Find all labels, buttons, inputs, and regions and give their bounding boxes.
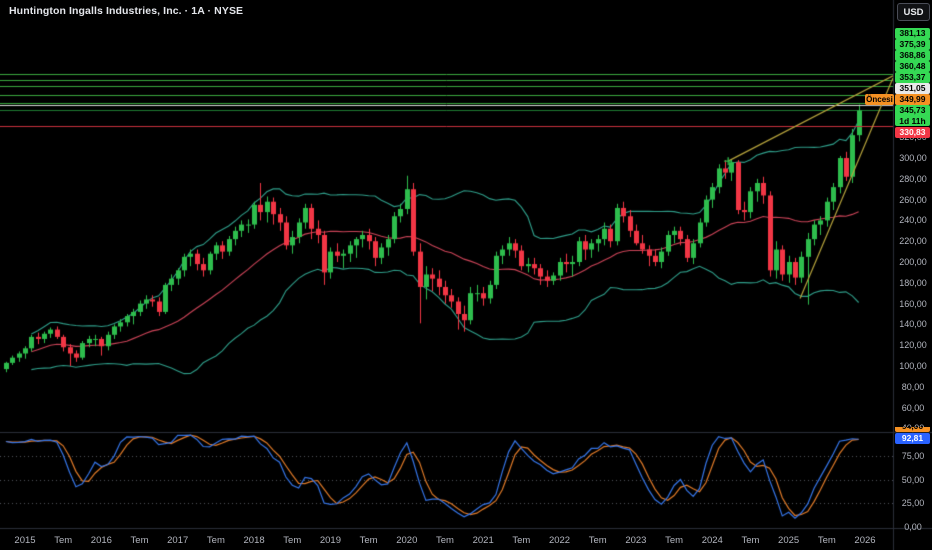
time-axis-label: 2019 <box>319 535 341 546</box>
price-tick-label: 140,00 <box>899 319 927 330</box>
time-axis-label: 2018 <box>243 535 265 546</box>
price-label-alert-price[interactable]: 330,83 <box>895 127 930 138</box>
price-tick-label: 180,00 <box>899 277 927 288</box>
stoch-k-label: 92,81 <box>895 433 930 444</box>
price-tick-label: 160,00 <box>899 298 927 309</box>
price-tick-label: 80,00 <box>901 381 925 392</box>
price-label-level-368[interactable]: 368,86 <box>895 50 930 61</box>
chart-canvas[interactable] <box>0 0 932 550</box>
oscillator-tick-label: 0,00 <box>904 522 922 532</box>
countdown-label: 1d 11h <box>899 115 926 126</box>
oscillator-tick-label: 50,00 <box>901 474 925 485</box>
price-tick-label: 120,00 <box>899 340 927 351</box>
time-axis-label: 2015 <box>14 535 36 546</box>
price-label-last-price[interactable]: 345,73 1d 11h <box>895 105 930 126</box>
time-axis-label: Tem <box>665 535 684 546</box>
currency-button[interactable]: USD <box>897 3 930 21</box>
oscillator-tick-label: 25,00 <box>901 498 925 509</box>
time-axis-label: 2021 <box>472 535 494 546</box>
time-axis-label: Tem <box>512 535 531 546</box>
time-axis-label: 2023 <box>625 535 647 546</box>
time-axis-label: 2022 <box>548 535 571 546</box>
time-axis-label: 2026 <box>854 535 876 546</box>
time-axis-label: Tem <box>130 535 149 546</box>
price-tick-label: 220,00 <box>899 236 927 247</box>
oscillator-tick-label: 75,00 <box>901 450 925 461</box>
time-axis-label: Tem <box>741 535 760 546</box>
time-axis-label: Tem <box>359 535 378 546</box>
price-label-premarket-price[interactable]: 349,99 <box>895 94 930 105</box>
time-axis-label: 2017 <box>167 535 189 546</box>
price-label-level-375[interactable]: 375,39 <box>895 39 930 50</box>
time-axis-label: Tem <box>588 535 607 546</box>
time-axis-label: 2024 <box>701 535 723 546</box>
price-label-level-351[interactable]: 351,05 <box>895 83 930 94</box>
price-tick-label: 200,00 <box>899 257 927 267</box>
price-label-level-360[interactable]: 360,48 <box>895 61 930 72</box>
price-tick-label: 60,00 <box>901 402 925 413</box>
premarket-tag: Öncesi <box>865 94 894 105</box>
price-tick-label: 260,00 <box>899 194 927 205</box>
price-label-level-353[interactable]: 353,37 <box>895 72 930 83</box>
time-axis-label: Tem <box>436 535 454 546</box>
time-axis-label: Tem <box>283 535 302 546</box>
price-tick-label: 300,00 <box>899 153 927 164</box>
time-axis-label: Tem <box>206 535 225 546</box>
price-tick-label: 240,00 <box>899 215 927 226</box>
time-axis-label: 2016 <box>90 535 112 546</box>
price-label-level-381[interactable]: 381,13 <box>895 28 930 39</box>
time-axis-label: 2020 <box>396 535 418 546</box>
time-axis-label: Tem <box>817 535 836 546</box>
chart-root: Huntington Ingalls Industries, Inc. · 1A… <box>0 0 932 550</box>
price-tick-label: 280,00 <box>899 173 927 184</box>
time-axis-label: Tem <box>54 535 73 546</box>
symbol-title[interactable]: Huntington Ingalls Industries, Inc. · 1A… <box>9 5 243 17</box>
time-axis-label: 2025 <box>778 535 800 546</box>
price-tick-label: 100,00 <box>899 360 927 371</box>
